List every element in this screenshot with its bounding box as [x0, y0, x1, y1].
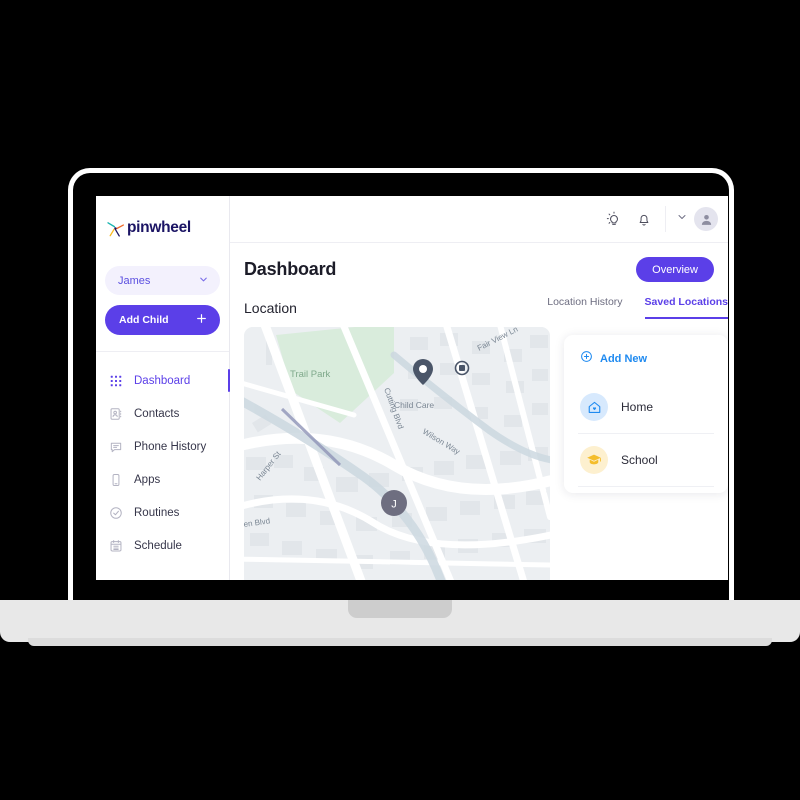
- mobile-phone-icon: [109, 473, 123, 487]
- child-selector-name: James: [118, 274, 151, 287]
- sidebar-item-dashboard[interactable]: Dashboard: [96, 364, 230, 397]
- sidebar: pinwheel James Add Child Dashboard Conta…: [96, 196, 230, 580]
- account-menu[interactable]: [676, 207, 720, 231]
- svg-text:J: J: [391, 499, 397, 511]
- page-header: Dashboard Overview: [244, 257, 728, 282]
- saved-location-name: School: [621, 453, 658, 467]
- main-area: Dashboard Overview Location Location His…: [230, 196, 728, 580]
- location-section-header: Location Location History Saved Location…: [244, 296, 728, 319]
- sidebar-nav: Dashboard Contacts Phone History Apps Ro…: [96, 364, 230, 562]
- laptop-screen: pinwheel James Add Child Dashboard Conta…: [96, 196, 728, 580]
- chat-bubble-icon: [109, 440, 123, 454]
- section-title: Location: [244, 299, 297, 316]
- laptop-base-lip: [28, 638, 772, 646]
- saved-location-school[interactable]: School: [564, 434, 728, 486]
- sidebar-item-routines[interactable]: Routines: [96, 496, 229, 529]
- home-heart-icon: [580, 393, 608, 421]
- laptop-mockup: pinwheel James Add Child Dashboard Conta…: [0, 0, 800, 800]
- bell-icon[interactable]: [629, 204, 659, 234]
- chevron-down-icon: [676, 210, 688, 228]
- dashboard-content: Dashboard Overview Location Location His…: [230, 243, 728, 580]
- sidebar-item-label: Phone History: [134, 440, 207, 453]
- app-logo-text: pinwheel: [127, 219, 191, 236]
- topbar: [230, 196, 728, 243]
- pinwheel-logo-icon: [105, 218, 126, 239]
- sidebar-item-label: Dashboard: [134, 374, 191, 387]
- svg-text:Trail Park: Trail Park: [290, 369, 331, 380]
- topbar-separator: [665, 206, 666, 232]
- saved-location-home[interactable]: Home: [564, 381, 728, 433]
- sidebar-item-apps[interactable]: Apps: [96, 463, 229, 496]
- tab-location-history[interactable]: Location History: [547, 296, 622, 319]
- laptop-notch: [348, 600, 452, 618]
- sidebar-item-label: Contacts: [134, 407, 180, 420]
- page-title: Dashboard: [244, 259, 337, 279]
- add-new-label: Add New: [600, 353, 648, 365]
- location-tabs: Location History Saved Locations: [547, 296, 728, 319]
- overview-button[interactable]: Overview: [636, 257, 714, 282]
- map-canvas: Trail Park Child Care Wilson Way Fair Vi…: [244, 327, 550, 580]
- sidebar-item-label: Schedule: [134, 539, 182, 552]
- add-child-label: Add Child: [119, 314, 169, 326]
- chevron-down-icon: [198, 272, 209, 290]
- location-map[interactable]: Trail Park Child Care Wilson Way Fair Vi…: [244, 327, 550, 580]
- calendar-icon: [109, 539, 123, 553]
- lightbulb-icon[interactable]: [599, 204, 629, 234]
- tab-saved-locations[interactable]: Saved Locations: [644, 296, 728, 319]
- plus-circle-icon: [580, 350, 593, 368]
- sidebar-item-phone-history[interactable]: Phone History: [96, 430, 229, 463]
- app-logo[interactable]: pinwheel: [96, 204, 229, 252]
- saved-locations-card: Add New Home School: [564, 335, 728, 493]
- sidebar-item-contacts[interactable]: Contacts: [96, 397, 229, 430]
- graduation-cap-icon: [580, 446, 608, 474]
- contact-card-icon: [109, 407, 123, 421]
- pinwheel-app: pinwheel James Add Child Dashboard Conta…: [96, 196, 728, 580]
- add-new-location-button[interactable]: Add New: [564, 335, 728, 381]
- child-location-marker: J: [381, 490, 407, 516]
- svg-text:Child Care: Child Care: [394, 400, 434, 410]
- user-avatar-icon: [694, 207, 718, 231]
- child-selector[interactable]: James: [105, 266, 220, 295]
- saved-location-name: Home: [621, 400, 654, 414]
- grid-icon: [109, 374, 123, 388]
- sidebar-item-schedule[interactable]: Schedule: [96, 529, 229, 562]
- sidebar-item-label: Routines: [134, 506, 180, 519]
- add-child-button[interactable]: Add Child: [105, 305, 220, 335]
- sidebar-item-label: Apps: [134, 473, 161, 486]
- sidebar-divider: [96, 351, 229, 352]
- location-panels: Trail Park Child Care Wilson Way Fair Vi…: [244, 327, 728, 580]
- plus-icon: [195, 312, 208, 328]
- saved-location-divider: [578, 486, 714, 487]
- check-circle-icon: [109, 506, 123, 520]
